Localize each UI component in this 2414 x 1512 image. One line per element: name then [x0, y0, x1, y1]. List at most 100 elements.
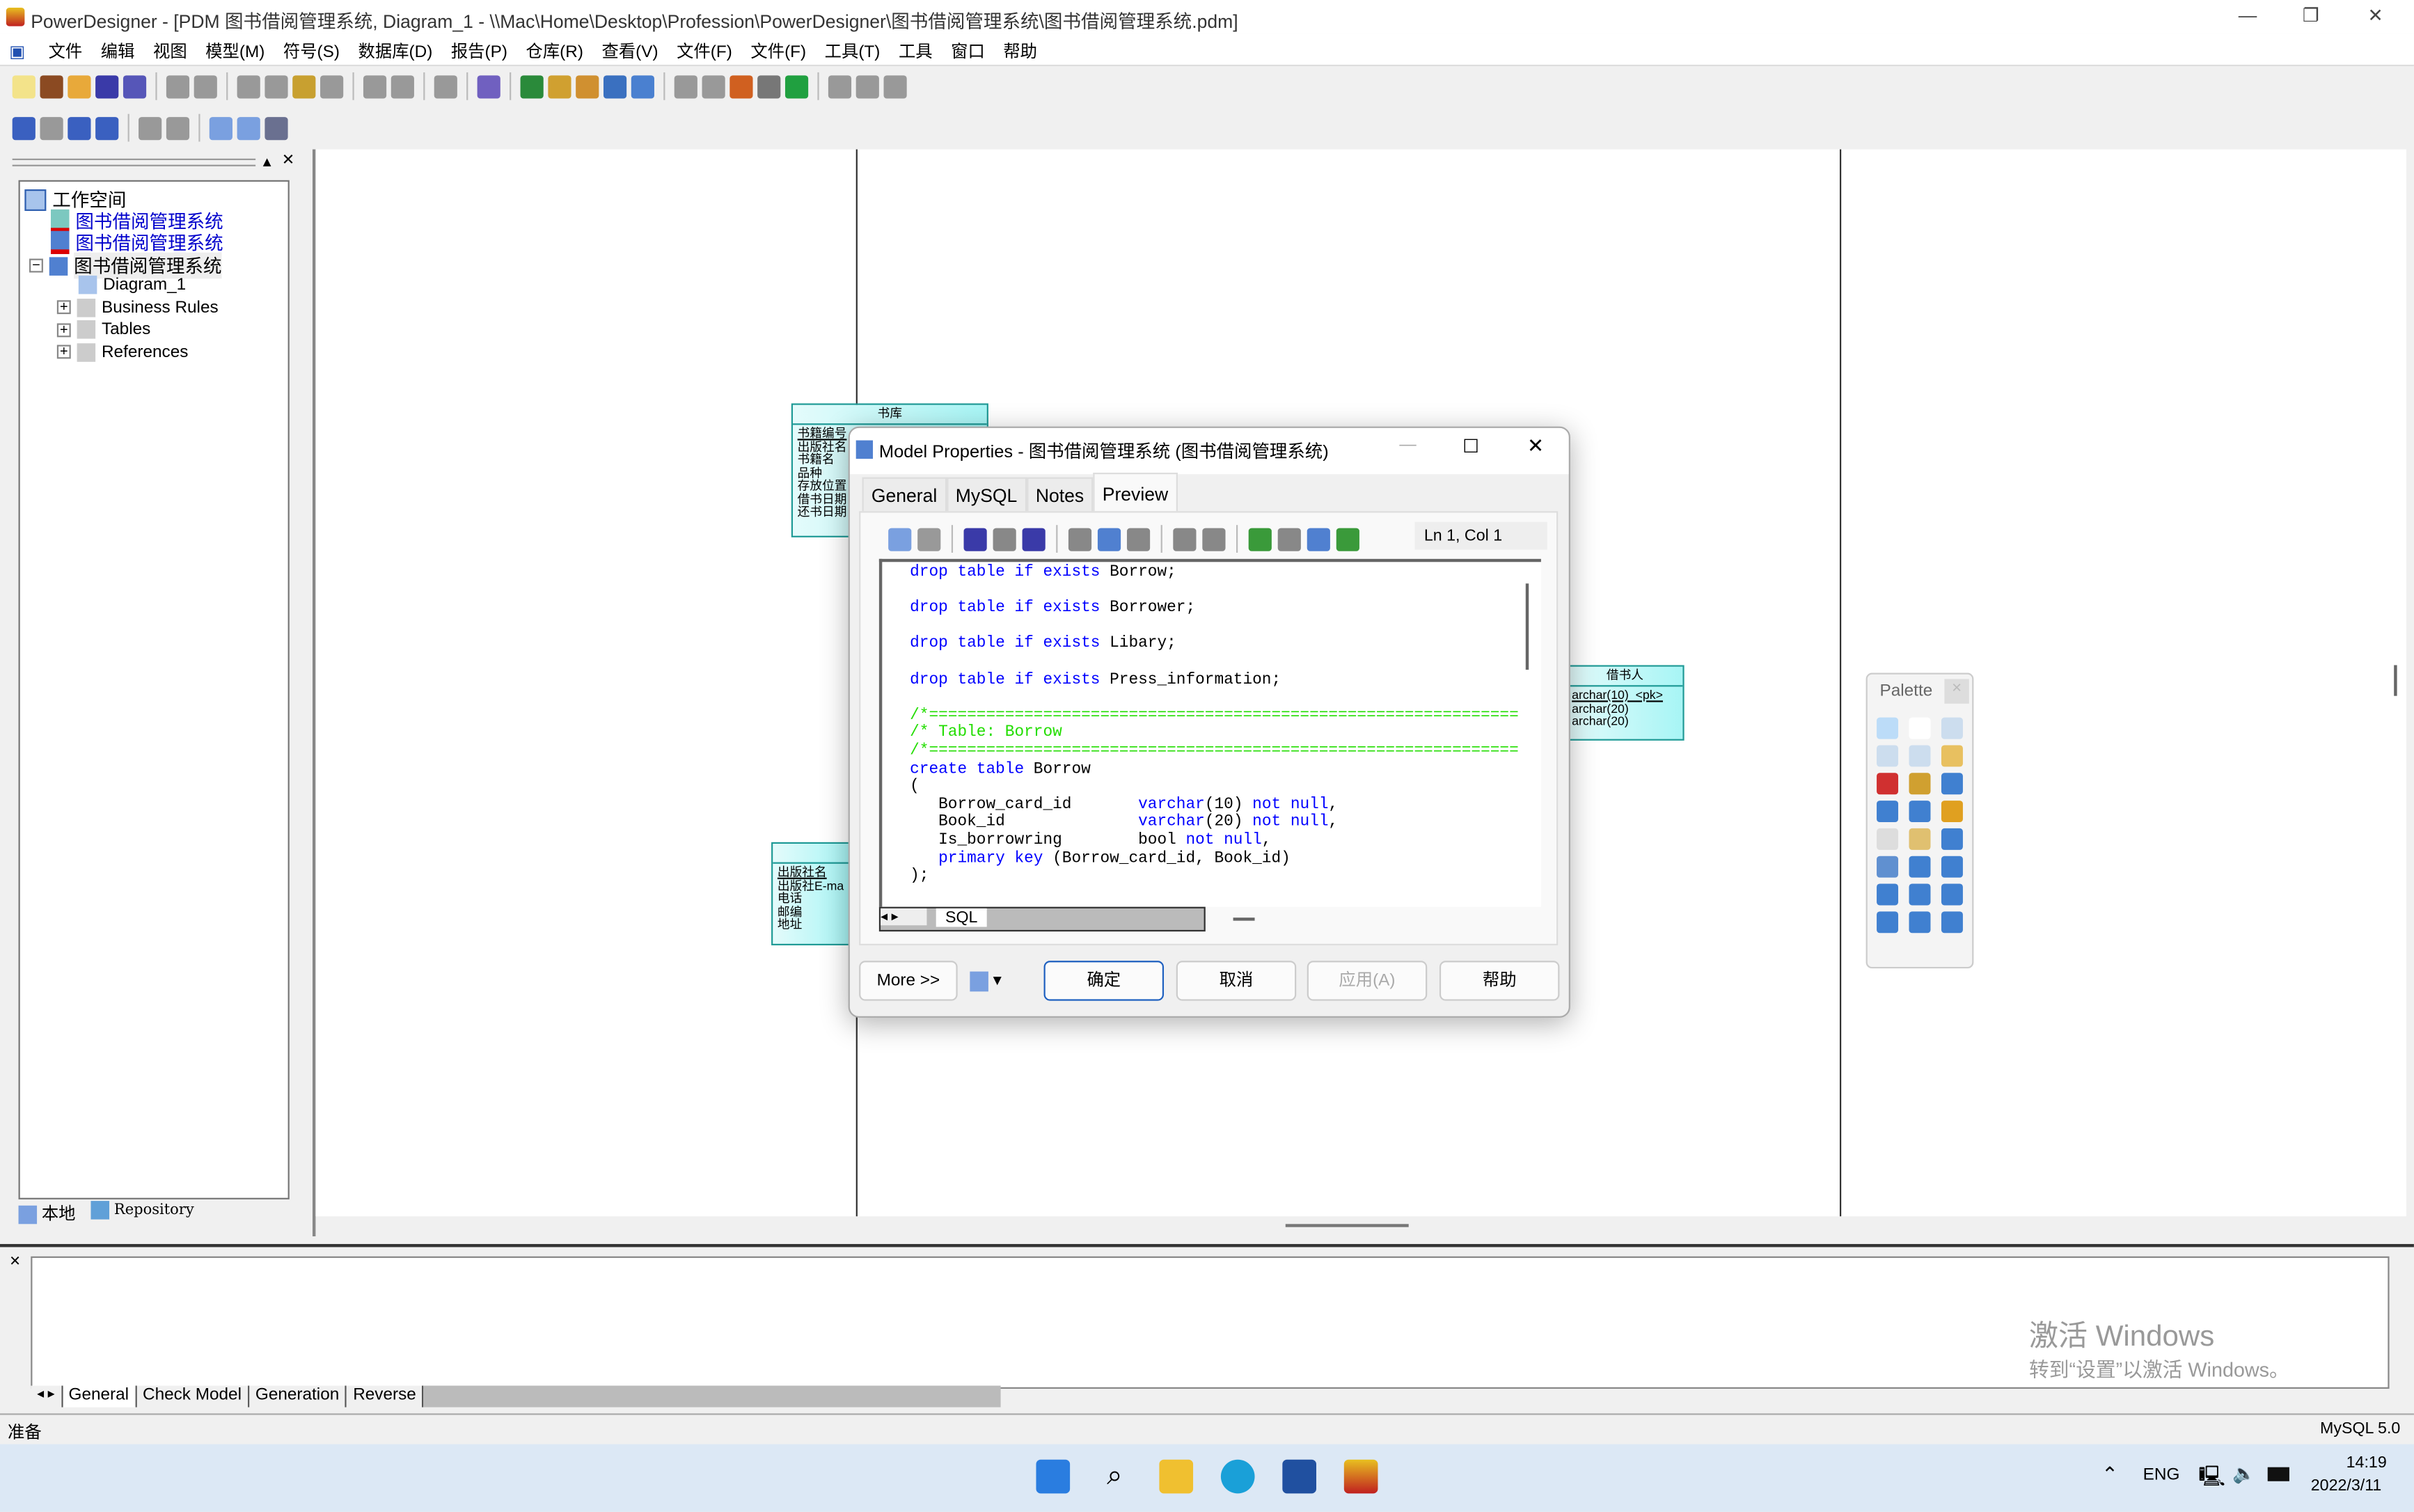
- menu-item[interactable]: 文件(F): [668, 34, 741, 63]
- package-tool-icon[interactable]: [1877, 856, 1899, 878]
- more-button[interactable]: More >>: [859, 961, 958, 1001]
- generate-database-icon[interactable]: [520, 74, 544, 98]
- start-icon[interactable]: [1036, 1459, 1071, 1494]
- ellipse-tool-icon[interactable]: [1941, 883, 1963, 906]
- compare-icon[interactable]: [95, 116, 119, 140]
- output-close-button[interactable]: ✕: [9, 1253, 21, 1270]
- undo-icon[interactable]: [363, 74, 387, 98]
- tree-model-2[interactable]: 图书借阅管理系统: [50, 230, 223, 256]
- apply-button[interactable]: 应用(A): [1307, 961, 1428, 1001]
- dialog-close-button[interactable]: ✕: [1527, 434, 1544, 459]
- reference-tool-icon[interactable]: [1909, 801, 1931, 823]
- diagram-icon[interactable]: [12, 116, 36, 140]
- tab-preview[interactable]: Preview: [1093, 472, 1178, 512]
- dialog-maximize-button[interactable]: ☐: [1462, 436, 1479, 457]
- properties-tool-icon[interactable]: [1909, 773, 1931, 795]
- font-icon[interactable]: [784, 74, 809, 98]
- paste-icon[interactable]: [292, 74, 316, 98]
- bring-front-icon[interactable]: [828, 74, 852, 98]
- check-model-icon[interactable]: [477, 74, 500, 98]
- line-tool-icon[interactable]: [1941, 856, 1963, 878]
- pen-icon[interactable]: [729, 74, 753, 98]
- back-icon[interactable]: [855, 74, 879, 98]
- menu-item[interactable]: 帮助: [994, 34, 1046, 63]
- title-tool-icon[interactable]: [1909, 856, 1931, 878]
- ok-button[interactable]: 确定: [1043, 961, 1165, 1001]
- menu-item[interactable]: 文件: [39, 34, 91, 63]
- tree-model-3[interactable]: − 图书借阅管理系统: [29, 252, 222, 279]
- find-icon[interactable]: [1022, 527, 1046, 551]
- tab-general[interactable]: General: [862, 477, 947, 512]
- arc-tool-icon[interactable]: [1877, 883, 1899, 906]
- print-icon[interactable]: [194, 74, 217, 98]
- vertical-scrollbar[interactable]: [2394, 665, 2397, 696]
- output-tab[interactable]: General: [62, 1385, 137, 1408]
- dialog-minimize-button[interactable]: —: [1399, 436, 1416, 455]
- tree-node[interactable]: + References: [56, 342, 188, 361]
- polyline-tool-icon[interactable]: [1909, 911, 1931, 934]
- cut-icon[interactable]: [237, 74, 260, 98]
- sql-preview-editor[interactable]: drop table if exists Borrow; drop table …: [878, 558, 1541, 907]
- edge-icon[interactable]: [1220, 1459, 1255, 1494]
- package-icon[interactable]: [40, 116, 63, 140]
- powerdesigner-taskbar-icon[interactable]: [1343, 1459, 1378, 1494]
- menu-item[interactable]: 符号(S): [274, 34, 349, 63]
- redo-icon[interactable]: [1202, 527, 1226, 551]
- entity-press[interactable]: 出版社名 出版社E-ma 电话 邮编 地址: [771, 842, 852, 945]
- maximize-button[interactable]: ❐: [2288, 5, 2334, 29]
- menu-item[interactable]: 编辑: [92, 34, 144, 63]
- file-explorer-icon[interactable]: [1159, 1459, 1194, 1494]
- print-preview-icon[interactable]: [166, 74, 190, 98]
- open-package-icon[interactable]: [1941, 745, 1963, 767]
- menu-item[interactable]: 工具(T): [815, 34, 889, 63]
- tree-node[interactable]: + Business Rules: [56, 297, 219, 317]
- group-icon[interactable]: [674, 74, 697, 98]
- view-tool-icon[interactable]: [1877, 801, 1899, 823]
- repository-icon[interactable]: [576, 74, 599, 98]
- clock-date[interactable]: 2022/3/11: [2311, 1476, 2382, 1495]
- panel-close-button[interactable]: ✕: [282, 152, 295, 169]
- model-icon[interactable]: ▣: [0, 37, 35, 62]
- copy-icon[interactable]: [265, 74, 288, 98]
- validate-icon[interactable]: [1336, 527, 1359, 551]
- save-icon[interactable]: [95, 74, 119, 98]
- save-script-icon[interactable]: [963, 527, 987, 551]
- tab-sql[interactable]: SQL: [936, 908, 987, 927]
- polygon-tool-icon[interactable]: [1941, 911, 1963, 934]
- reverse-engineer-icon[interactable]: [548, 74, 571, 98]
- menu-item[interactable]: 工具: [890, 34, 942, 63]
- browser-icon[interactable]: [209, 116, 232, 140]
- toolbar-a-icon[interactable]: [139, 116, 162, 140]
- result-list-icon[interactable]: [265, 116, 288, 140]
- copy-icon[interactable]: [1097, 527, 1121, 551]
- zoom-out-icon[interactable]: [1877, 745, 1899, 767]
- menu-item[interactable]: 文件(F): [741, 34, 815, 63]
- horizontal-scrollbar[interactable]: [1285, 1224, 1409, 1227]
- toolbar-b-icon[interactable]: [166, 116, 190, 140]
- edit-icon[interactable]: [1307, 527, 1330, 551]
- menu-item[interactable]: 窗口: [942, 34, 994, 63]
- output-text-area[interactable]: 激活 Windows 转到“设置”以激活 Windows。: [31, 1256, 2390, 1389]
- output-tab[interactable]: Generation: [249, 1385, 347, 1408]
- cut-icon[interactable]: [1068, 527, 1092, 551]
- open-icon[interactable]: [68, 74, 91, 98]
- store-icon[interactable]: [1282, 1459, 1317, 1494]
- collapse-icon[interactable]: −: [29, 258, 43, 273]
- refresh-icon[interactable]: [1248, 527, 1272, 551]
- battery-icon[interactable]: [2267, 1467, 2289, 1481]
- help-button[interactable]: 帮助: [1439, 961, 1560, 1001]
- script-menu-icon[interactable]: [888, 527, 912, 551]
- select-icon[interactable]: [1277, 527, 1301, 551]
- zoom-in-icon[interactable]: [1941, 717, 1963, 739]
- menu-item[interactable]: 视图: [144, 34, 196, 63]
- editor-hscrollbar[interactable]: [1233, 918, 1255, 921]
- menu-item[interactable]: 仓库(R): [516, 34, 592, 63]
- close-button[interactable]: ✕: [2352, 5, 2398, 29]
- pointer-icon[interactable]: [1877, 717, 1899, 739]
- panel-float-button[interactable]: ▲: [260, 154, 274, 169]
- delete-icon[interactable]: [320, 74, 344, 98]
- rounded-rect-tool-icon[interactable]: [1877, 911, 1899, 934]
- panel-grip[interactable]: [12, 158, 256, 166]
- check-icon[interactable]: [631, 74, 654, 98]
- new-icon[interactable]: [12, 74, 36, 98]
